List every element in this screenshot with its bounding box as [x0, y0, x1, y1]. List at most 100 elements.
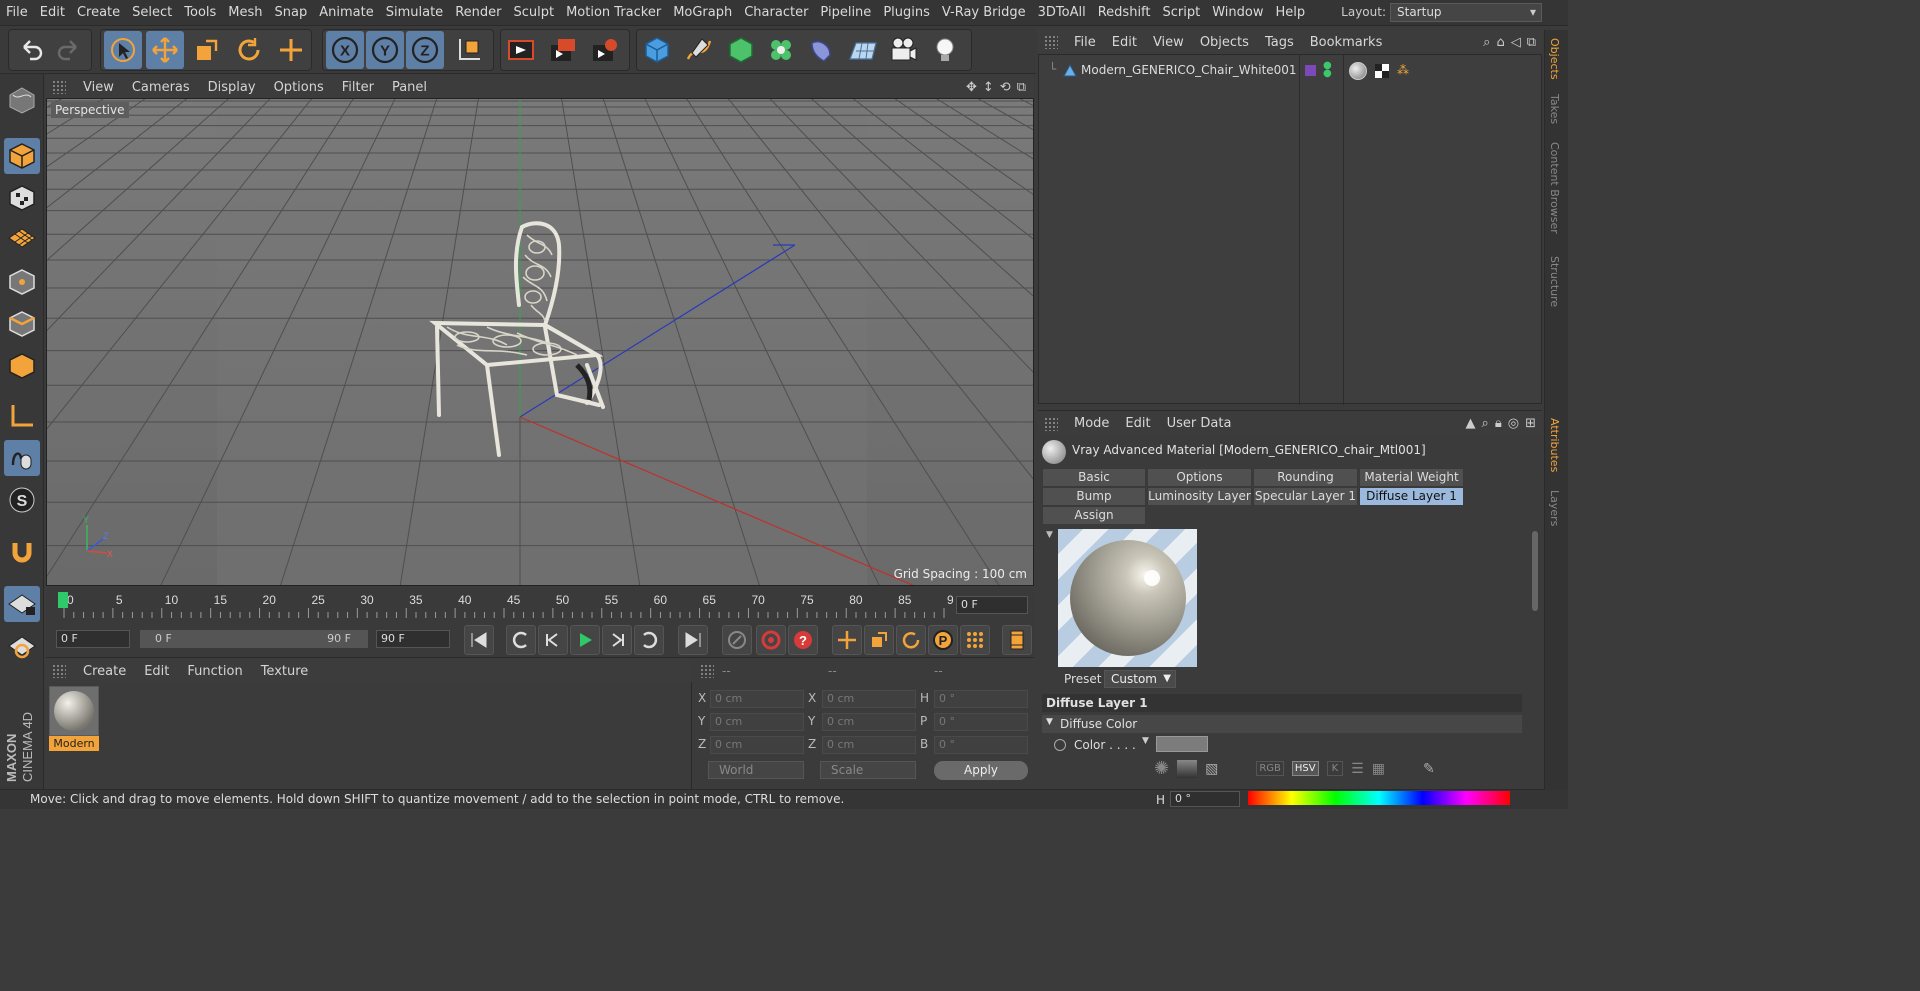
y-axis-icon[interactable]: Y [366, 31, 404, 69]
layout-dropdown[interactable]: Startup [1390, 3, 1542, 22]
chair-model[interactable] [427, 215, 627, 475]
solo-mode-icon[interactable]: S [4, 482, 40, 518]
go-to-end-icon[interactable] [678, 625, 708, 655]
keyframe-selection-icon[interactable]: ? [788, 625, 818, 655]
vp-menu-cameras[interactable]: Cameras [123, 80, 199, 95]
lock-icon[interactable]: 🔒︎ [1495, 416, 1502, 431]
menu-3dtoall[interactable]: 3DToAll [1032, 5, 1092, 20]
material-swatch[interactable]: Modern [49, 686, 99, 752]
axis-mode-icon[interactable] [4, 398, 40, 434]
preview-range-slider[interactable]: 0 F 90 F [140, 630, 368, 648]
menu-window[interactable]: Window [1206, 5, 1269, 20]
viewport-move-icon[interactable]: ✥ [966, 80, 977, 95]
subdivision-icon[interactable] [722, 31, 760, 69]
vray-tag-icon[interactable]: ⁂ [1397, 63, 1409, 77]
size-z-field[interactable]: 0 cm [822, 736, 916, 754]
attr-menu-mode[interactable]: Mode [1066, 416, 1117, 431]
menu-script[interactable]: Script [1157, 5, 1207, 20]
workplane-lock-icon[interactable] [4, 586, 40, 622]
render-settings-icon[interactable] [586, 31, 624, 69]
color-swatch[interactable] [1156, 736, 1208, 752]
previous-key-icon[interactable] [506, 625, 536, 655]
tab-attributes[interactable]: Attributes [1548, 418, 1561, 472]
key-rotation-icon[interactable] [896, 625, 926, 655]
menu-create[interactable]: Create [71, 5, 126, 20]
object-name-label[interactable]: Modern_GENERICO_Chair_White001 [1081, 63, 1297, 77]
viewport-maximize-icon[interactable]: ⧉ [1017, 80, 1026, 95]
menu-redshift[interactable]: Redshift [1092, 5, 1157, 20]
menu-pipeline[interactable]: Pipeline [814, 5, 877, 20]
attr-menu-edit[interactable]: Edit [1117, 416, 1158, 431]
undo-icon[interactable] [12, 31, 50, 69]
color-dropdown-arrow-icon[interactable]: ▼ [1142, 736, 1149, 746]
deformer-icon[interactable] [802, 31, 840, 69]
recent-tool-icon[interactable] [272, 31, 310, 69]
tab-content-browser[interactable]: Content Browser [1548, 142, 1561, 234]
go-to-start-icon[interactable] [464, 625, 494, 655]
target-icon[interactable]: ◎ [1508, 416, 1519, 431]
material-preview[interactable] [1058, 529, 1197, 667]
maximize-icon[interactable]: ⧉ [1527, 35, 1536, 50]
apply-button[interactable]: Apply [934, 761, 1028, 780]
perspective-viewport[interactable]: Perspective Y Z X Grid Spacing : 100 cm [46, 98, 1034, 586]
tab-material-weight[interactable]: Material Weight [1359, 468, 1464, 487]
render-view-icon[interactable] [502, 31, 540, 69]
light-icon[interactable] [926, 31, 964, 69]
next-frame-icon[interactable] [602, 625, 632, 655]
start-frame-field[interactable]: 0 F [56, 630, 130, 648]
live-select-icon[interactable] [104, 31, 142, 69]
menu-simulate[interactable]: Simulate [380, 5, 449, 20]
hue-field[interactable]: 0 ° [1170, 791, 1240, 807]
uvw-tag-icon[interactable] [1375, 64, 1389, 78]
menu-render[interactable]: Render [449, 5, 507, 20]
mat-menu-create[interactable]: Create [74, 664, 135, 679]
tab-diffuse-layer-1[interactable]: Diffuse Layer 1 [1359, 487, 1464, 506]
new-view-icon[interactable]: ⊞ [1525, 416, 1536, 431]
panel-grip-icon[interactable] [700, 664, 714, 678]
mat-menu-texture[interactable]: Texture [252, 664, 318, 679]
autokey-icon[interactable] [756, 625, 786, 655]
size-mode-dropdown[interactable]: Scale [820, 761, 916, 779]
kelvin-mode-button[interactable]: K [1326, 761, 1344, 776]
menu-help[interactable]: Help [1270, 5, 1312, 20]
mat-menu-function[interactable]: Function [178, 664, 251, 679]
obj-menu-tags[interactable]: Tags [1257, 35, 1302, 50]
menu-mograph[interactable]: MoGraph [667, 5, 738, 20]
search-icon[interactable]: ⌕ [1483, 35, 1490, 50]
obj-menu-view[interactable]: View [1145, 35, 1192, 50]
menu-sculpt[interactable]: Sculpt [507, 5, 560, 20]
menu-snap[interactable]: Snap [269, 5, 314, 20]
key-pla-icon[interactable] [960, 625, 990, 655]
floor-icon[interactable] [844, 31, 882, 69]
tab-takes[interactable]: Takes [1548, 94, 1561, 124]
spectrum-wheel-icon[interactable]: ✺ [1154, 758, 1169, 779]
render-picture-viewer-icon[interactable] [544, 31, 582, 69]
pen-spline-icon[interactable] [680, 31, 718, 69]
texture-mode-icon[interactable] [4, 180, 40, 216]
attributes-scrollbar[interactable] [1532, 531, 1538, 611]
vp-menu-display[interactable]: Display [199, 80, 265, 95]
camera-icon[interactable] [884, 31, 922, 69]
points-mode-icon[interactable] [4, 264, 40, 300]
cube-icon[interactable] [638, 31, 676, 69]
workplane-mode-icon[interactable] [4, 220, 40, 256]
tweak-mode-icon[interactable] [4, 440, 40, 476]
material-tag-icon[interactable] [1349, 62, 1367, 80]
obj-menu-edit[interactable]: Edit [1104, 35, 1145, 50]
color-chooser-icon[interactable] [1177, 759, 1198, 778]
viewport-zoom-icon[interactable]: ↕ [983, 80, 994, 95]
hsv-mode-button[interactable]: HSV [1291, 761, 1319, 776]
redo-icon[interactable] [50, 31, 88, 69]
vp-menu-filter[interactable]: Filter [333, 80, 383, 95]
tab-basic[interactable]: Basic [1042, 468, 1146, 487]
tab-layers[interactable]: Layers [1548, 490, 1561, 526]
vp-menu-view[interactable]: View [74, 80, 123, 95]
menu-animate[interactable]: Animate [313, 5, 379, 20]
panel-grip-icon[interactable] [52, 80, 66, 94]
key-position-icon[interactable] [832, 625, 862, 655]
cloner-icon[interactable] [762, 31, 800, 69]
obj-menu-file[interactable]: File [1066, 35, 1104, 50]
image-picker-icon[interactable]: ▧ [1205, 761, 1218, 777]
z-axis-icon[interactable]: Z [406, 31, 444, 69]
pos-z-field[interactable]: 0 cm [710, 736, 804, 754]
